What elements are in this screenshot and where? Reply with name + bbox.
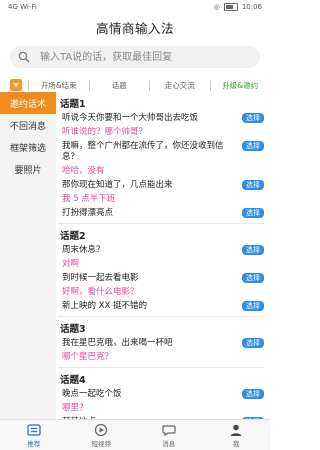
tab-upgrade-invite[interactable]: 升级&邀约	[209, 79, 271, 91]
topic-title: 话题3	[60, 324, 86, 335]
select-button[interactable]: 选择	[242, 273, 264, 283]
message-row: 我 5 点半下班	[58, 194, 264, 205]
nav-recommend-label: 推荐	[27, 439, 41, 448]
select-button[interactable]: 选择	[242, 245, 264, 255]
message-text: 听说今天你要和一个大帅哥出去吃饭	[62, 113, 199, 123]
message-row: 周末休息？ 选择	[58, 245, 264, 256]
nav-short-video[interactable]: 短视频	[68, 420, 136, 450]
search-icon	[18, 51, 30, 63]
message-row: 听说今天你要和一个大帅哥出去吃饭 选择	[58, 113, 264, 124]
app-root: 4G Wi-Fi ◎ 10:06 高情商输入法 开场&结束 话题 走心交流 升级…	[0, 0, 270, 450]
select-button[interactable]: 选择	[242, 180, 264, 190]
select-button[interactable]: 选择	[242, 141, 264, 151]
message-text: 我嘛，整个广州都在流传了，你还没收到信息？	[62, 141, 224, 162]
reply-text: 哪个星巴克？	[62, 352, 114, 362]
status-bar: 4G Wi-Fi ◎ 10:06	[0, 0, 270, 14]
tab-topic[interactable]: 话题	[88, 79, 150, 91]
nav-me[interactable]: 我	[203, 420, 271, 450]
sidebar: 邀约话术 不回消息 框架筛选 要照片	[0, 92, 56, 420]
tab-heart-talk[interactable]: 走心交流	[149, 79, 210, 91]
reply-text: 听谁说的？哪个帅哥？	[62, 127, 148, 137]
message-row: 那你现在知道了，几点能出来 选择	[58, 180, 264, 191]
select-button[interactable]: 选择	[242, 113, 264, 123]
message-text: 新上映的 XX 挺不错的	[62, 301, 148, 311]
eye-icon: ◎	[213, 3, 220, 11]
tab-opening[interactable]: 开场&结束	[28, 79, 89, 91]
message-row: 对啊	[58, 259, 264, 270]
message-row: 哪里？	[58, 403, 264, 414]
reply-text: 好啊，看什么电影？	[62, 287, 139, 297]
list-icon	[27, 423, 41, 436]
category-dropdown-icon[interactable]	[10, 79, 22, 91]
sidebar-item-frame[interactable]: 框架筛选	[0, 136, 56, 158]
bottom-nav: 推荐 短视频 消息 我	[0, 419, 270, 450]
nav-short-video-label: 短视频	[91, 439, 112, 448]
topic-block: 话题4晚点一起吃个饭选择哪里？某某地点选择	[58, 368, 264, 420]
topic-title: 话题4	[60, 375, 86, 386]
message-row: 我嘛，整个广州都在流传了，你还没收到信息？ 选择	[58, 141, 264, 163]
page-title: 高情商输入法	[95, 20, 174, 36]
nav-me-label: 我	[233, 439, 240, 448]
message-text: 晚点一起吃个饭	[62, 389, 122, 399]
message-text: 周末休息？	[62, 245, 105, 255]
message-text: 打扮得漂亮点	[62, 208, 114, 218]
message-row: 晚点一起吃个饭 选择	[58, 389, 264, 400]
status-right: ◎ 10:06	[214, 3, 262, 11]
message-row: 新上映的 XX 挺不错的 选择	[58, 301, 264, 312]
nav-messages[interactable]: 消息	[135, 420, 203, 450]
topic-list: 话题1 听说今天你要和一个大帅哥出去吃饭 选择 听谁说的？哪个帅哥？ 我嘛，整个广州都在…	[58, 92, 264, 420]
select-button[interactable]: 选择	[242, 208, 264, 218]
message-row: 哈哈，没有	[58, 166, 264, 177]
status-time: 10:06	[241, 3, 262, 11]
topic-block: 话题3 我在星巴克哦，出来喝一杯吧 选择哪个星巴克？	[58, 317, 264, 368]
select-button[interactable]: 选择	[242, 389, 264, 399]
message-row: 我在星巴克哦，出来喝一杯吧 选择	[58, 338, 264, 349]
reply-text: 我 5 点半下班	[62, 194, 116, 204]
message-row: 听谁说的？哪个帅哥？	[58, 127, 264, 138]
topic-block: 话题1 听说今天你要和一个大帅哥出去吃饭 选择 听谁说的？哪个帅哥？ 我嘛，整个广州都在…	[58, 92, 264, 224]
reply-text: 对啊	[62, 259, 80, 269]
topic-title: 话题1	[60, 99, 86, 110]
video-icon	[95, 423, 108, 436]
sidebar-item-photo[interactable]: 要照片	[0, 158, 56, 180]
search-input[interactable]	[38, 50, 222, 64]
person-icon	[231, 424, 242, 436]
message-row: 好啊，看什么电影？	[58, 287, 264, 298]
message-row: 打扮得漂亮点 选择	[58, 208, 264, 219]
select-button[interactable]: 选择	[242, 338, 264, 348]
category-tabs: 开场&结束 话题 走心交流 升级&邀约	[0, 77, 270, 93]
topic-title: 话题2	[60, 231, 86, 242]
nav-messages-label: 消息	[162, 439, 176, 448]
status-left: 4G Wi-Fi	[8, 3, 37, 11]
chat-icon	[162, 424, 176, 436]
select-button[interactable]: 选择	[242, 301, 264, 311]
search-bar[interactable]	[10, 46, 260, 68]
signal-text: 4G Wi-Fi	[8, 3, 37, 11]
sidebar-item-invite[interactable]: 邀约话术	[0, 92, 56, 114]
nav-recommend[interactable]: 推荐	[0, 420, 68, 450]
message-text: 那你现在知道了，几点能出来	[62, 180, 173, 190]
reply-text: 哪里？	[62, 403, 88, 413]
sidebar-item-no-reply[interactable]: 不回消息	[0, 114, 56, 136]
message-text: 我在星巴克哦，出来喝一杯吧	[62, 338, 173, 348]
message-row: 到时候一起去看电影 选择	[58, 273, 264, 284]
message-text: 到时候一起去看电影	[62, 273, 139, 283]
battery-icon	[223, 3, 238, 11]
reply-text: 哈哈，没有	[62, 166, 105, 176]
message-row: 哪个星巴克？	[58, 352, 264, 363]
topic-block: 话题2 周末休息？ 选择 对啊 到时候一起去看电影 选择 好啊，看什么电影？ 新上映的 XX …	[58, 224, 264, 317]
